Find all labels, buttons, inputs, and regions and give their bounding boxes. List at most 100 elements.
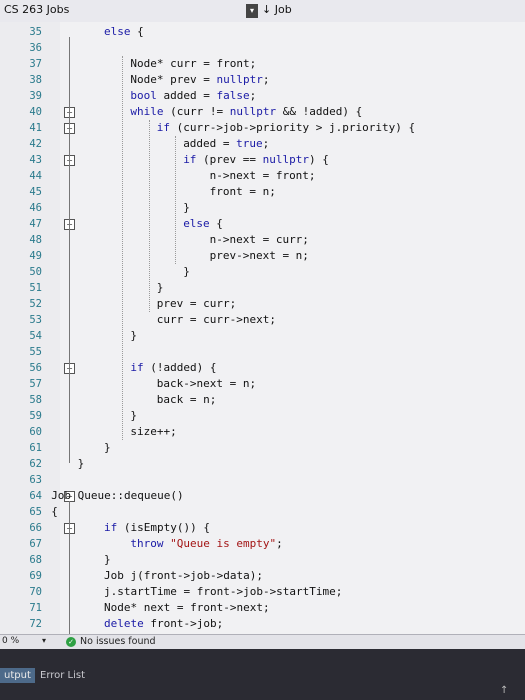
code-line[interactable]: 57 back->next = n; — [0, 376, 525, 392]
code-line[interactable]: 42 added = true; — [0, 136, 525, 152]
line-number: 65 — [29, 506, 42, 518]
code-text: if (prev == nullptr) { — [183, 153, 329, 166]
code-line[interactable]: 71 Node* next = front->next; — [0, 600, 525, 616]
line-number: 57 — [29, 378, 42, 390]
code-text: added = true; — [183, 137, 270, 150]
code-line[interactable]: 56−if (!added) { — [0, 360, 525, 376]
code-line[interactable]: 63 — [0, 472, 525, 488]
code-line[interactable]: 68} — [0, 552, 525, 568]
line-number: 55 — [29, 346, 42, 358]
code-line[interactable]: 43−if (prev == nullptr) { — [0, 152, 525, 168]
line-number: 61 — [29, 442, 42, 454]
code-line[interactable]: 70 j.startTime = front->job->startTime; — [0, 584, 525, 600]
code-line[interactable]: 39 bool added = false; — [0, 88, 525, 104]
code-line[interactable]: 49 prev->next = n; — [0, 248, 525, 264]
code-text: n->next = curr; — [209, 233, 309, 246]
line-number: 66 — [29, 522, 42, 534]
code-text: } — [77, 457, 85, 470]
code-line[interactable]: 58 back = n; — [0, 392, 525, 408]
zoom-level[interactable]: 0 % — [2, 636, 19, 646]
code-line[interactable]: 67 throw "Queue is empty"; — [0, 536, 525, 552]
line-number: 44 — [29, 170, 42, 182]
code-line[interactable]: 65 { — [0, 504, 525, 520]
check-circle-icon: ✓ — [66, 637, 76, 647]
issues-status[interactable]: No issues found — [80, 636, 156, 647]
line-number: 48 — [29, 234, 42, 246]
code-text: bool added = false; — [130, 89, 257, 102]
code-text: delete front->job; — [104, 617, 224, 630]
line-number: 68 — [29, 554, 42, 566]
code-text: if (!added) { — [130, 361, 217, 374]
status-bar: 0 % ▾ ✓ No issues found — [0, 634, 525, 649]
code-line[interactable]: 69 Job j(front->job->data); — [0, 568, 525, 584]
line-number: 35 — [29, 26, 42, 38]
line-number: 53 — [29, 314, 42, 326]
code-line[interactable]: 52 prev = curr; — [0, 296, 525, 312]
code-line[interactable]: 47−else { — [0, 216, 525, 232]
indent-guide — [122, 56, 124, 440]
zoom-dropdown-icon[interactable]: ▾ — [42, 636, 46, 645]
code-text: n->next = front; — [209, 169, 316, 182]
fold-guide — [69, 373, 70, 415]
code-line[interactable]: 48 n->next = curr; — [0, 232, 525, 248]
line-number: 52 — [29, 298, 42, 310]
member-dropdown[interactable]: ↓ Job — [262, 3, 292, 16]
line-number: 62 — [29, 458, 42, 470]
line-number: 59 — [29, 410, 42, 422]
code-text: } — [130, 329, 138, 342]
code-text: } — [104, 553, 111, 566]
code-text: Node* prev = nullptr; — [130, 73, 270, 86]
code-text: else { — [104, 25, 144, 38]
chevron-down-icon[interactable]: ▾ — [246, 4, 258, 18]
code-text: if (isEmpty()) { — [104, 521, 210, 534]
code-line[interactable]: 60 size++; — [0, 424, 525, 440]
tab-output[interactable]: utput — [0, 668, 35, 683]
code-text: Job Queue::dequeue() — [51, 489, 184, 502]
line-number: 51 — [29, 282, 42, 294]
code-line[interactable]: 41−if (curr->job->priority > j.priority)… — [0, 120, 525, 136]
project-dropdown[interactable]: CS 263 Jobs — [4, 3, 69, 16]
line-number: 42 — [29, 138, 42, 150]
code-text: while (curr != nullptr && !added) { — [130, 105, 363, 118]
code-text: size++; — [130, 425, 177, 438]
code-text: j.startTime = front->job->startTime; — [104, 585, 343, 598]
line-number: 47 — [29, 218, 42, 230]
indent-guide — [175, 136, 177, 264]
code-text: throw "Queue is empty"; — [130, 537, 283, 550]
code-line[interactable]: 35 else { — [0, 24, 525, 40]
line-number: 36 — [29, 42, 42, 54]
line-number: 45 — [29, 186, 42, 198]
code-line[interactable]: 59} — [0, 408, 525, 424]
code-line[interactable]: 45 front = n; — [0, 184, 525, 200]
code-text: } — [104, 441, 111, 454]
code-line[interactable]: 64− Job Queue::dequeue() — [0, 488, 525, 504]
code-line[interactable]: 53 curr = curr->next; — [0, 312, 525, 328]
code-line[interactable]: 51} — [0, 280, 525, 296]
code-line[interactable]: 66−if (isEmpty()) { — [0, 520, 525, 536]
code-line[interactable]: 38 Node* prev = nullptr; — [0, 72, 525, 88]
code-text: Node* curr = front; — [130, 57, 257, 70]
code-text: back = n; — [156, 393, 217, 406]
code-line[interactable]: 72 delete front->job; — [0, 616, 525, 632]
line-number: 43 — [29, 154, 42, 166]
line-number: 70 — [29, 586, 42, 598]
code-line[interactable]: 54} — [0, 328, 525, 344]
line-number: 46 — [29, 202, 42, 214]
code-line[interactable]: 46} — [0, 200, 525, 216]
code-line[interactable]: 50} — [0, 264, 525, 280]
code-text: { — [51, 505, 58, 518]
code-line[interactable]: 40−while (curr != nullptr && !added) { — [0, 104, 525, 120]
code-line[interactable]: 61} — [0, 440, 525, 456]
code-line[interactable]: 37 Node* curr = front; — [0, 56, 525, 72]
tab-error-list[interactable]: Error List — [36, 668, 89, 683]
line-number: 60 — [29, 426, 42, 438]
code-editor[interactable]: 35 else { 36 37 Node* curr = front; 38 Node* p… — [0, 22, 525, 646]
line-number: 71 — [29, 602, 42, 614]
code-line[interactable]: 55 — [0, 344, 525, 360]
line-number: 50 — [29, 266, 42, 278]
fold-guide — [69, 501, 70, 639]
code-line[interactable]: 36 — [0, 40, 525, 56]
code-line[interactable]: 62} — [0, 456, 525, 472]
indent-guide — [148, 120, 150, 312]
code-line[interactable]: 44 n->next = front; — [0, 168, 525, 184]
